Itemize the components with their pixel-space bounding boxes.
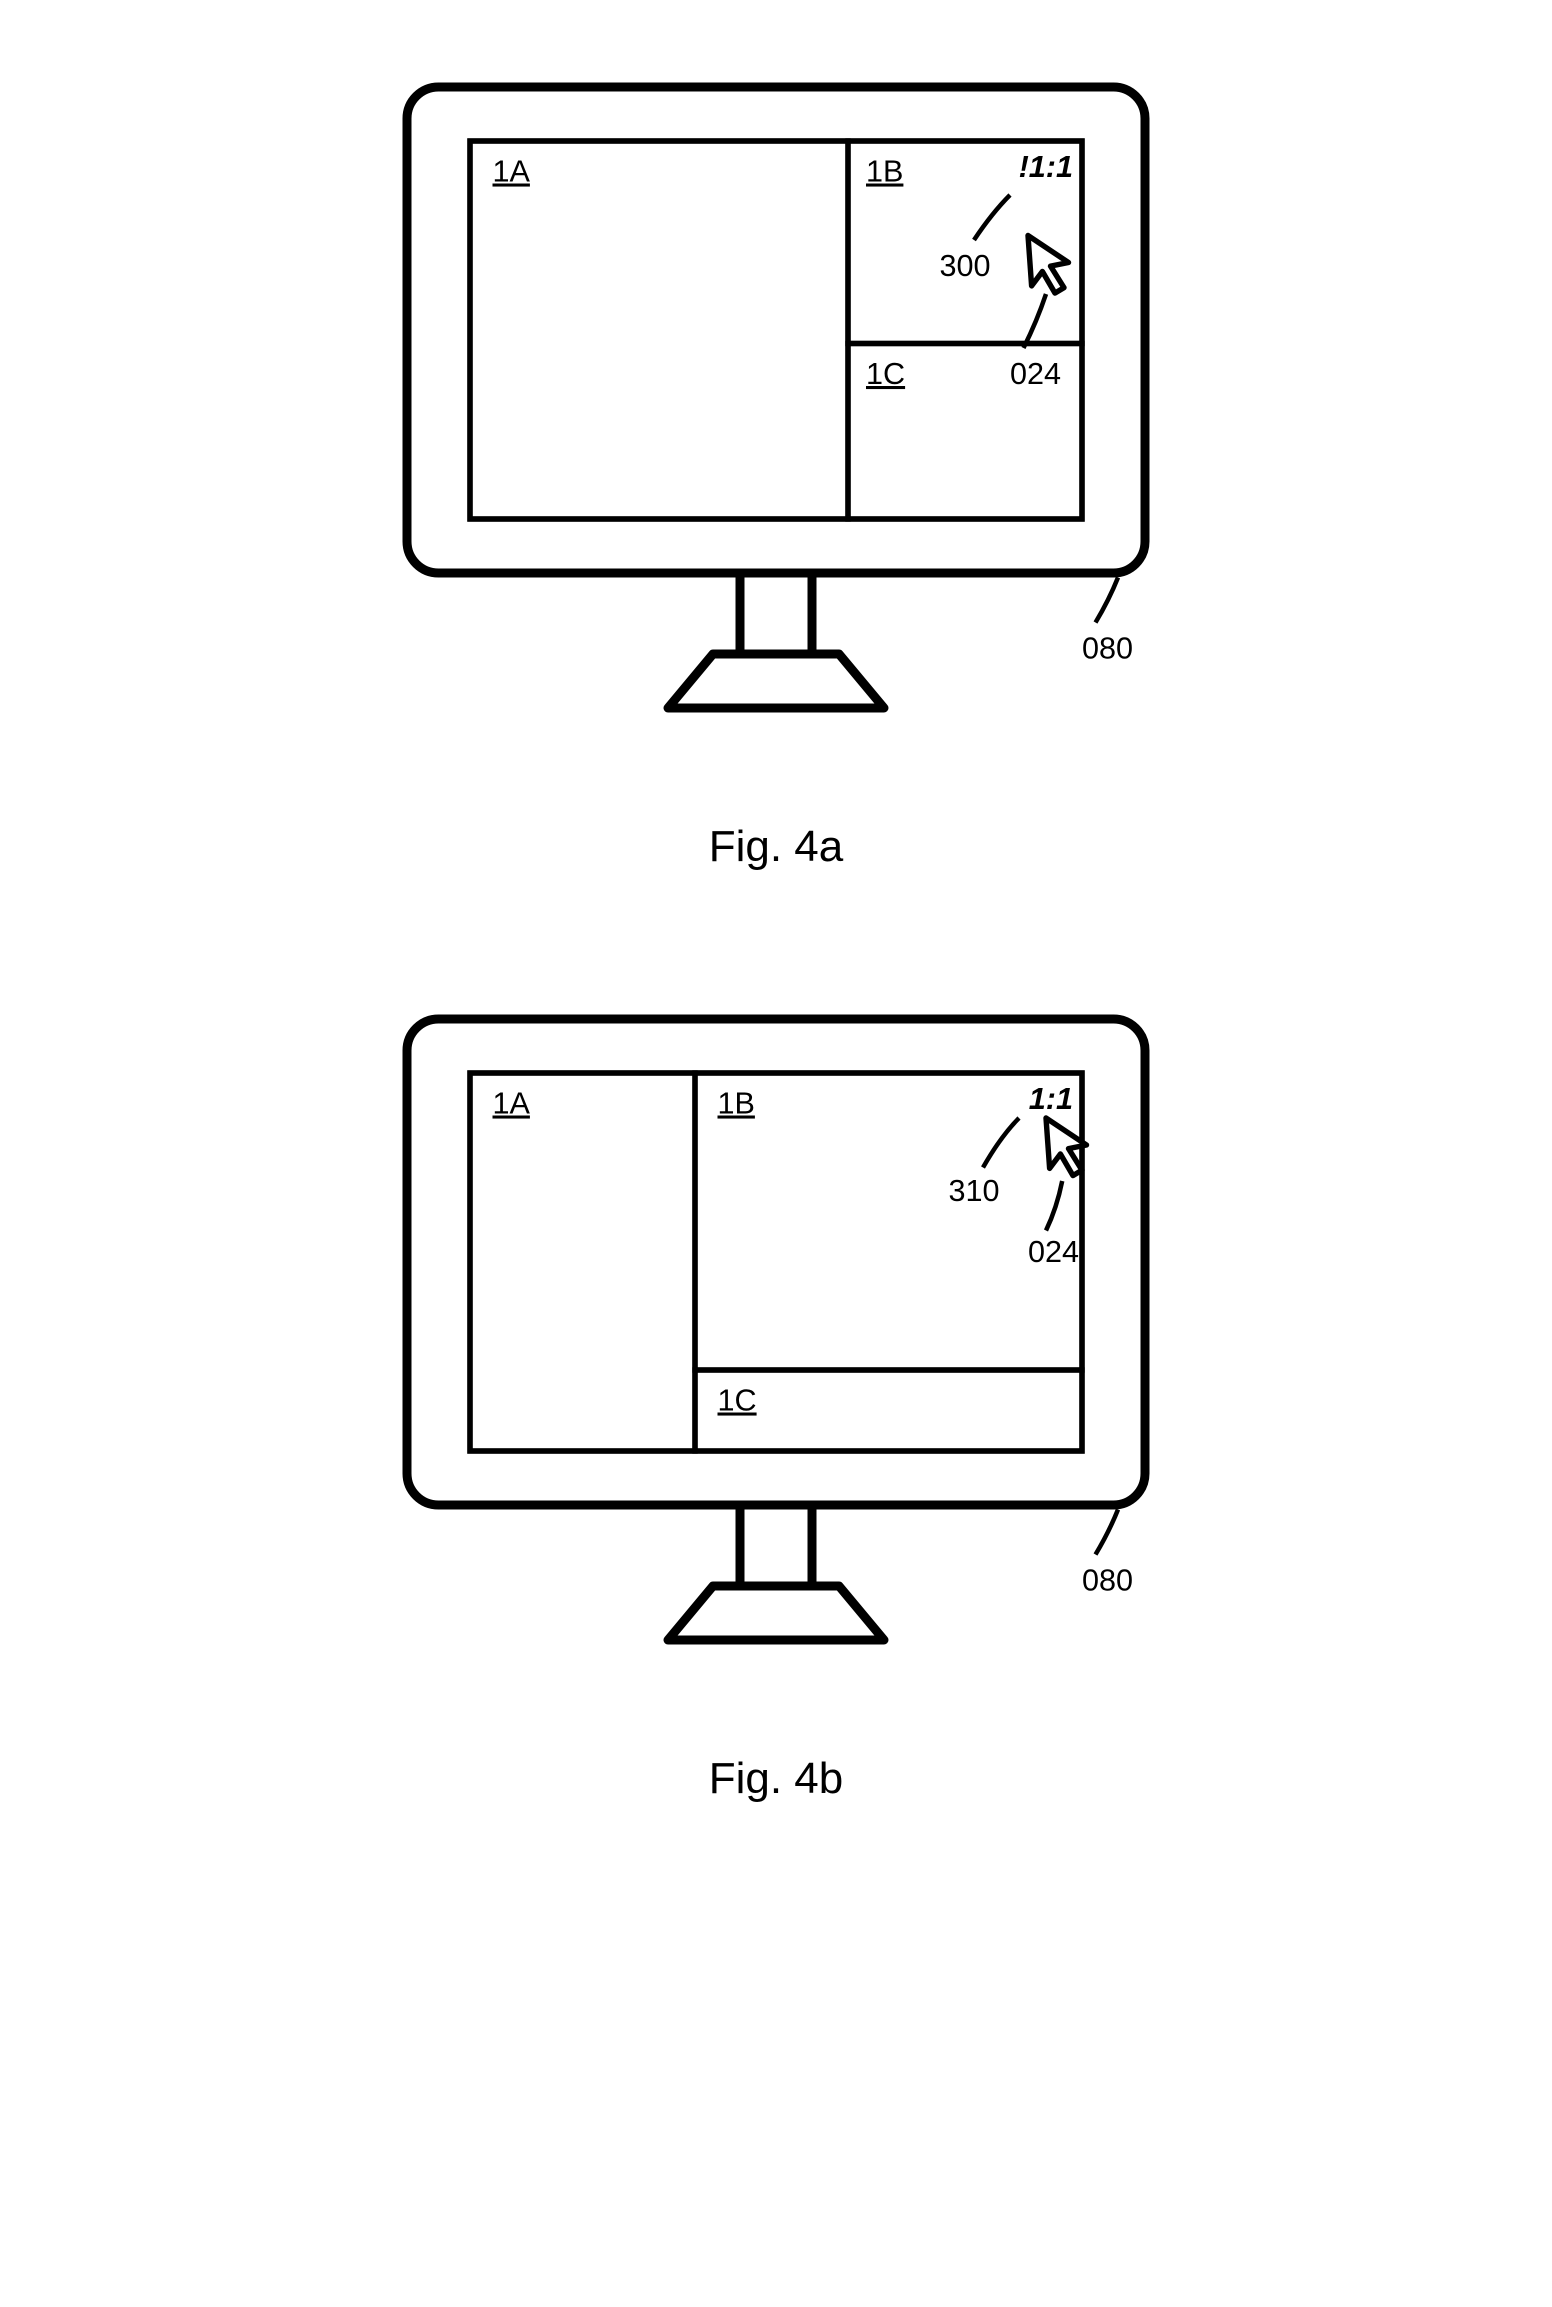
figure-4a: 1A 1B !1:1 300 1C 024 080 Fig. 4a: [120, 60, 1432, 872]
leadline-monitor: [1096, 1510, 1119, 1555]
monitor-neck: [740, 1505, 812, 1586]
indicator-ref-label: 310: [948, 1174, 999, 1208]
pane-1c-label: 1C: [718, 1384, 757, 1418]
screen-viewport: [470, 1073, 1082, 1451]
figure-4a-caption: Fig. 4a: [120, 822, 1432, 872]
pane-1c-label: 1C: [866, 357, 905, 391]
figure-4a-svg: 1A 1B !1:1 300 1C 024 080: [326, 60, 1226, 762]
figure-4b-svg: 1A 1B 1:1 310 024 1C 080: [326, 992, 1226, 1694]
figure-4b: 1A 1B 1:1 310 024 1C 080 Fig. 4b: [120, 992, 1432, 1804]
pane-1b-label: 1B: [718, 1087, 755, 1121]
pane-1a-label: 1A: [493, 155, 531, 189]
pane-1a-label: 1A: [493, 1087, 531, 1121]
screen-viewport: [470, 141, 1082, 519]
leadline-monitor: [1096, 578, 1119, 623]
figure-4b-caption: Fig. 4b: [120, 1754, 1432, 1804]
cursor-ref-label: 024: [1010, 357, 1061, 391]
monitor-neck: [740, 573, 812, 654]
monitor-base: [668, 1586, 884, 1640]
monitor-base: [668, 654, 884, 708]
pane-1b-label: 1B: [866, 155, 903, 189]
aspect-indicator: 1:1: [1029, 1082, 1073, 1116]
monitor-ref-label: 080: [1082, 632, 1133, 666]
monitor-ref-label: 080: [1082, 1564, 1133, 1598]
cursor-ref-label: 024: [1028, 1235, 1079, 1269]
aspect-indicator: !1:1: [1019, 150, 1073, 184]
indicator-ref-label: 300: [939, 249, 990, 283]
